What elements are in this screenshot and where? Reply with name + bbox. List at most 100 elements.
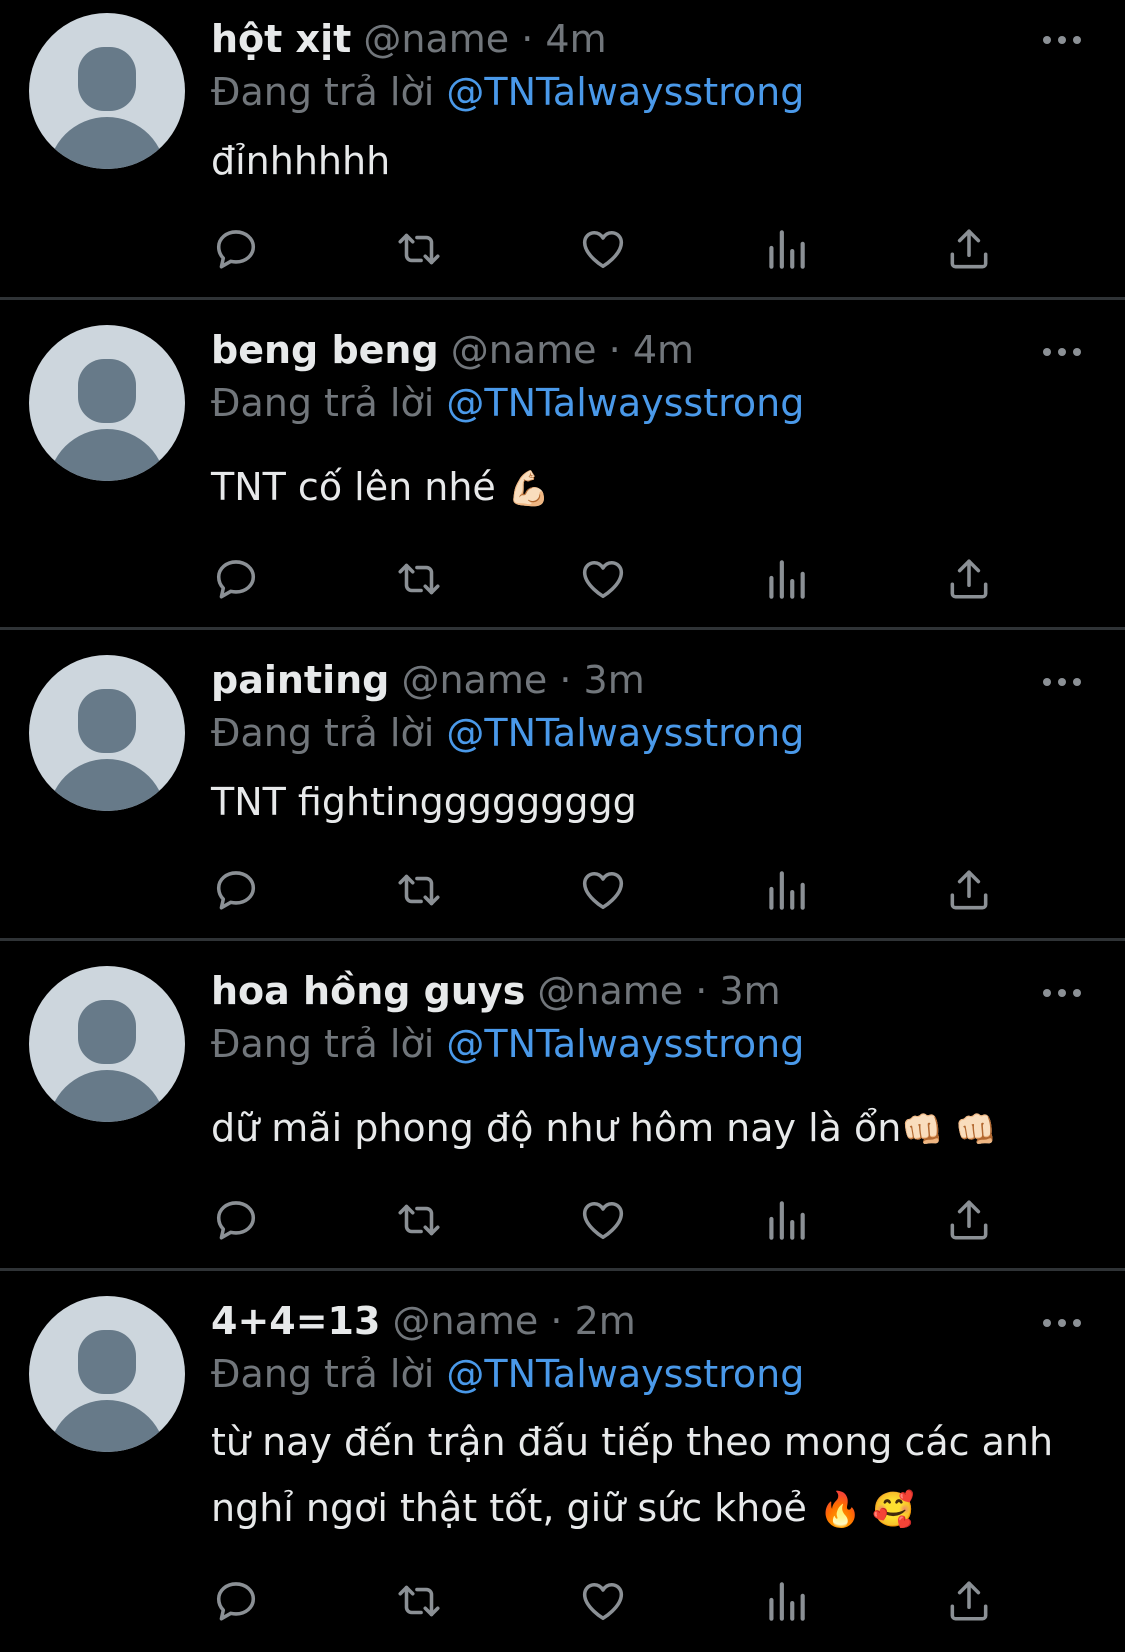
- tweet-actions: [0, 1192, 1125, 1248]
- like-button[interactable]: [575, 1573, 631, 1629]
- reply-icon: [211, 554, 261, 604]
- share-icon: [944, 1195, 994, 1245]
- more-dot: [1043, 989, 1051, 997]
- avatar-shoulders-shape: [48, 1400, 166, 1452]
- display-name[interactable]: beng beng: [211, 328, 439, 372]
- more-options-button[interactable]: [1043, 983, 1081, 1003]
- more-dot: [1043, 348, 1051, 356]
- share-button[interactable]: [941, 551, 997, 607]
- tweet-header: hoa hồng guys @name · 3m: [211, 968, 781, 1014]
- views-button[interactable]: [758, 551, 814, 607]
- mention-link[interactable]: @TNTalwaysstrong: [446, 381, 804, 425]
- retweet-button[interactable]: [391, 551, 447, 607]
- mention-link[interactable]: @TNTalwaysstrong: [446, 711, 804, 755]
- heart-icon: [578, 865, 628, 915]
- tweet-text: từ nay đến trận đấu tiếp theo mong các a…: [211, 1409, 1091, 1543]
- reply-button[interactable]: [208, 1573, 264, 1629]
- reply-button[interactable]: [208, 221, 264, 277]
- user-handle[interactable]: @name: [451, 328, 597, 372]
- avatar[interactable]: [29, 325, 185, 481]
- retweet-button[interactable]: [391, 1573, 447, 1629]
- tweet[interactable]: hoa hồng guys @name · 3m Đang trả lời @T…: [0, 941, 1125, 1268]
- avatar-head-shape: [78, 689, 136, 753]
- more-dot: [1058, 1319, 1066, 1327]
- more-options-button[interactable]: [1043, 1313, 1081, 1333]
- display-name[interactable]: hột xịt: [211, 17, 351, 61]
- replying-to-label: Đang trả lời: [211, 711, 435, 755]
- tweet-actions: [0, 551, 1125, 607]
- more-options-button[interactable]: [1043, 672, 1081, 692]
- timestamp[interactable]: 4m: [545, 17, 606, 61]
- tweet-header: 4+4=13 @name · 2m: [211, 1298, 636, 1344]
- views-button[interactable]: [758, 221, 814, 277]
- retweet-button[interactable]: [391, 1192, 447, 1248]
- heart-icon: [578, 1195, 628, 1245]
- tweet-text-body: đỉnhhhhh: [211, 139, 391, 183]
- tweet[interactable]: beng beng @name · 4m Đang trả lời @TNTal…: [0, 300, 1125, 627]
- avatar[interactable]: [29, 13, 185, 169]
- mention-link[interactable]: @TNTalwaysstrong: [446, 1022, 804, 1066]
- timestamp[interactable]: 3m: [584, 658, 645, 702]
- tweet[interactable]: painting @name · 3m Đang trả lời @TNTalw…: [0, 630, 1125, 938]
- reply-button[interactable]: [208, 862, 264, 918]
- tweet-header: hột xịt @name · 4m: [211, 16, 607, 62]
- display-name[interactable]: hoa hồng guys: [211, 969, 525, 1013]
- like-button[interactable]: [575, 1192, 631, 1248]
- user-handle[interactable]: @name: [393, 1299, 539, 1343]
- retweet-button[interactable]: [391, 221, 447, 277]
- tweet-actions: [0, 1573, 1125, 1629]
- separator-dot: ·: [608, 328, 621, 372]
- more-dot: [1073, 989, 1081, 997]
- flexed-biceps-emoji: 💪🏻: [507, 469, 551, 509]
- display-name[interactable]: 4+4=13: [211, 1299, 380, 1343]
- tweet-text: dữ mãi phong độ như hôm nay là ổn👊🏻 👊🏻: [211, 1095, 1091, 1163]
- tweet-text: đỉnhhhhh: [211, 128, 1091, 194]
- separator-dot: ·: [550, 1299, 563, 1343]
- retweet-button[interactable]: [391, 862, 447, 918]
- share-button[interactable]: [941, 221, 997, 277]
- separator-dot: ·: [695, 969, 708, 1013]
- tweet-text-body: TNT cố lên nhé: [211, 465, 508, 509]
- avatar[interactable]: [29, 1296, 185, 1452]
- timestamp[interactable]: 2m: [575, 1299, 636, 1343]
- like-button[interactable]: [575, 551, 631, 607]
- tweet[interactable]: hột xịt @name · 4m Đang trả lời @TNTalwa…: [0, 0, 1125, 297]
- views-button[interactable]: [758, 1192, 814, 1248]
- mention-link[interactable]: @TNTalwaysstrong: [446, 70, 804, 114]
- like-button[interactable]: [575, 221, 631, 277]
- timestamp[interactable]: 3m: [719, 969, 780, 1013]
- more-dot: [1073, 678, 1081, 686]
- user-handle[interactable]: @name: [363, 17, 509, 61]
- views-button[interactable]: [758, 862, 814, 918]
- reply-button[interactable]: [208, 551, 264, 607]
- reply-button[interactable]: [208, 1192, 264, 1248]
- share-button[interactable]: [941, 862, 997, 918]
- more-dot: [1058, 678, 1066, 686]
- replying-to-line: Đang trả lời @TNTalwaysstrong: [211, 1021, 804, 1067]
- avatar-head-shape: [78, 47, 136, 111]
- display-name[interactable]: painting: [211, 658, 389, 702]
- more-dot: [1043, 678, 1051, 686]
- user-handle[interactable]: @name: [401, 658, 547, 702]
- tweet-text: TNT fightinggggggggg: [211, 769, 1091, 835]
- like-button[interactable]: [575, 862, 631, 918]
- retweet-icon: [394, 865, 444, 915]
- avatar[interactable]: [29, 655, 185, 811]
- mention-link[interactable]: @TNTalwaysstrong: [446, 1352, 804, 1396]
- replying-to-line: Đang trả lời @TNTalwaysstrong: [211, 1351, 804, 1397]
- tweet[interactable]: 4+4=13 @name · 2m Đang trả lời @TNTalway…: [0, 1271, 1125, 1652]
- views-button[interactable]: [758, 1573, 814, 1629]
- timestamp[interactable]: 4m: [633, 328, 694, 372]
- more-options-button[interactable]: [1043, 342, 1081, 362]
- share-button[interactable]: [941, 1573, 997, 1629]
- views-bar-chart-icon: [761, 554, 811, 604]
- tweet-actions: [0, 862, 1125, 918]
- user-handle[interactable]: @name: [537, 969, 683, 1013]
- retweet-icon: [394, 1576, 444, 1626]
- avatar[interactable]: [29, 966, 185, 1122]
- more-options-button[interactable]: [1043, 30, 1081, 50]
- reply-icon: [211, 224, 261, 274]
- replying-to-label: Đang trả lời: [211, 381, 435, 425]
- more-dot: [1073, 1319, 1081, 1327]
- share-button[interactable]: [941, 1192, 997, 1248]
